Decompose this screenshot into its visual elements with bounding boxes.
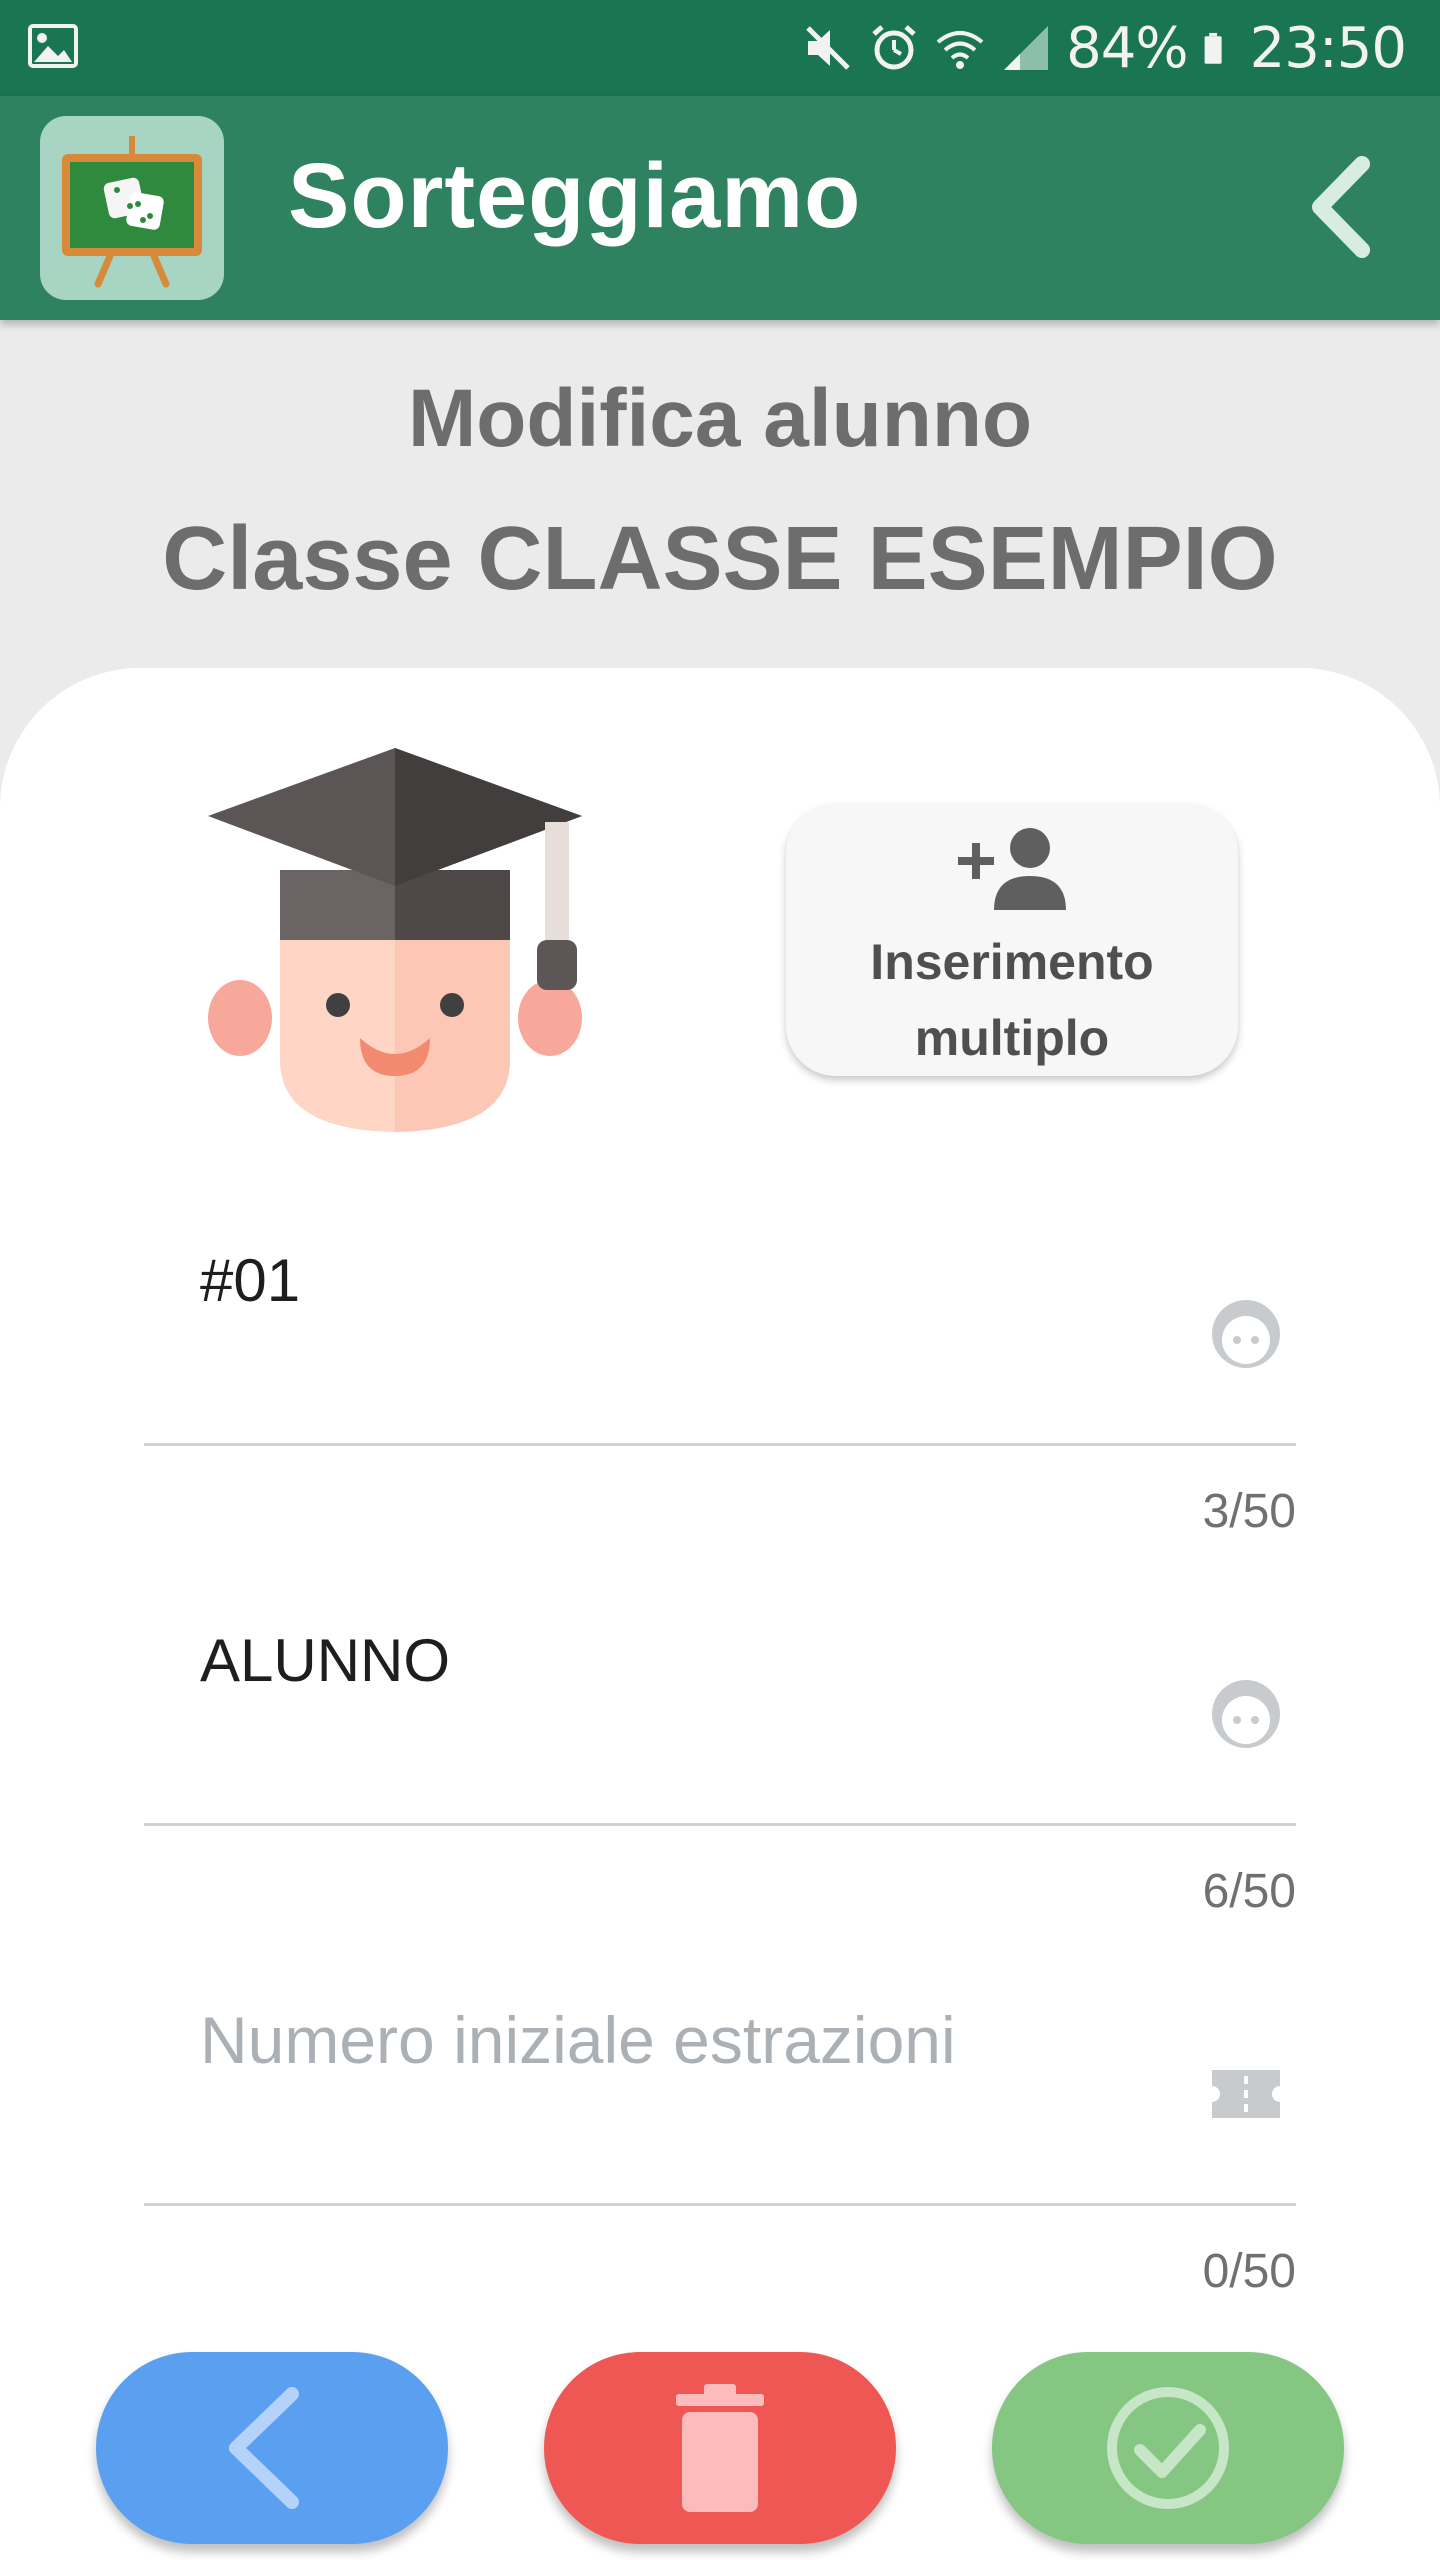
draws-counter: 0/50 [1202, 2245, 1296, 2298]
draws-field[interactable]: Numero iniziale estrazioni [144, 1966, 1296, 2206]
page-title: Modifica alunno [407, 373, 1033, 464]
multi-insert-label: Inserimento multiplo [870, 934, 1154, 1066]
mute-icon [806, 26, 850, 70]
back-arrow-icon [229, 2387, 299, 2509]
number-counter: 3/50 [1202, 1485, 1296, 1538]
name-counter: 6/50 [1202, 1865, 1296, 1918]
graduate-avatar [208, 748, 582, 1132]
delete-button[interactable] [544, 2352, 896, 2544]
number-input[interactable]: #01 [200, 1246, 300, 1315]
multi-insert-button[interactable]: Inserimento multiplo [786, 804, 1238, 1076]
battery-icon [1204, 32, 1222, 64]
status-bar: 84% 23:50 [0, 0, 1440, 96]
trash-icon [676, 2384, 764, 2512]
clock: 23:50 [1249, 15, 1407, 81]
add-person-icon [958, 828, 1066, 910]
app-title: Sorteggiamo [288, 145, 862, 247]
wifi-icon [936, 31, 984, 69]
battery-percent: 84% [1066, 15, 1188, 81]
chevron-left-icon[interactable] [1290, 152, 1400, 262]
chalkboard-dice-logo [40, 116, 224, 300]
name-input[interactable]: ALUNNO [200, 1626, 450, 1695]
class-subtitle: Classe CLASSE ESEMPIO [162, 509, 1278, 609]
gallery-icon [28, 24, 78, 68]
face-icon [1212, 1680, 1280, 1748]
draws-input[interactable]: Numero iniziale estrazioni [200, 2002, 956, 2078]
signal-icon [1004, 26, 1049, 70]
alarm-icon [872, 25, 916, 70]
number-field[interactable]: #01 [144, 1206, 1296, 1446]
face-icon [1212, 1300, 1280, 1368]
app-bar: Sorteggiamo [0, 96, 1440, 320]
confirm-button[interactable] [992, 2352, 1344, 2544]
name-field[interactable]: ALUNNO [144, 1586, 1296, 1826]
ticket-icon [1212, 2070, 1280, 2118]
back-button[interactable] [96, 2352, 448, 2544]
check-circle-icon [1107, 2387, 1229, 2509]
